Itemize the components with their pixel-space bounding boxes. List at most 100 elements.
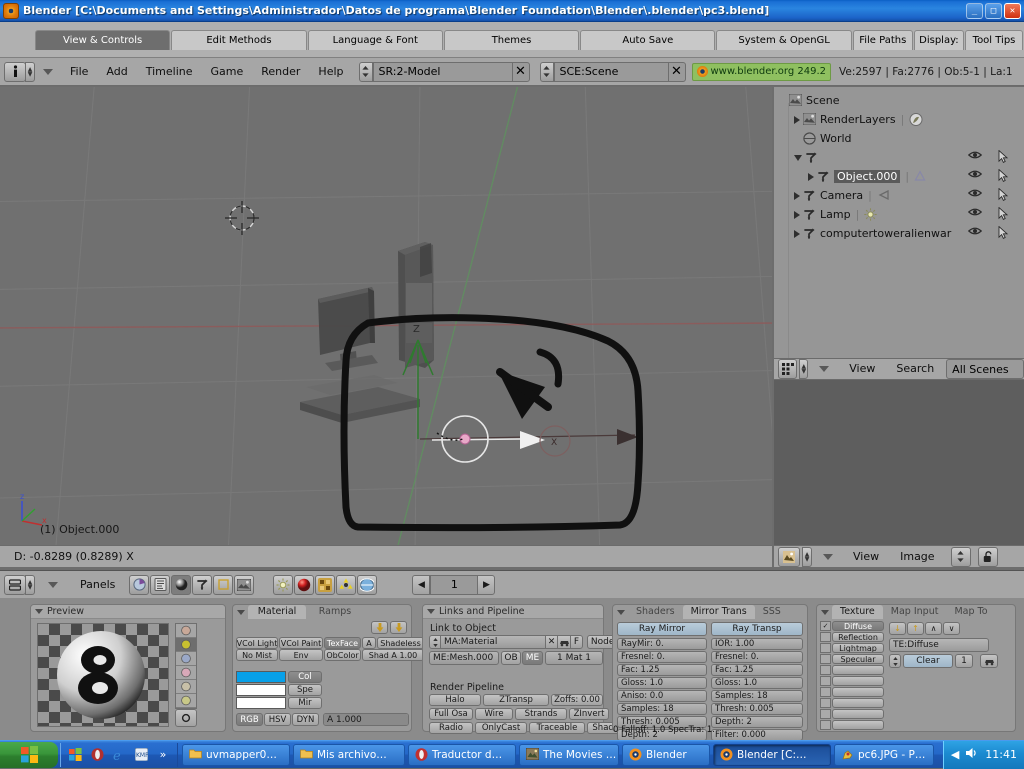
mesh-name-field[interactable]: ME:Mesh.000	[429, 651, 499, 665]
move-down-icon[interactable]: ∨	[943, 622, 960, 635]
car-users-icon[interactable]	[557, 635, 571, 649]
preview-type-sphere-preview[interactable]	[176, 638, 196, 652]
ray-transp-toggle[interactable]: Ray Transp	[711, 622, 803, 636]
prefs-tab-display[interactable]: Display:	[913, 30, 965, 50]
panel-links-header[interactable]: Links and Pipeline	[423, 605, 603, 619]
prefs-tab-auto-save[interactable]: Auto Save	[580, 30, 716, 50]
taskbar-task[interactable]: Traductor d…	[408, 743, 516, 766]
color-channel-mir[interactable]: Mir	[288, 697, 322, 709]
menu-add[interactable]: Add	[97, 62, 136, 82]
chevron-right-icon[interactable]	[794, 115, 800, 124]
buttons-window[interactable]: Preview Material Ramps VCol Light VCol P…	[0, 598, 1024, 740]
texture-channel-checkbox[interactable]: ✓	[820, 621, 831, 631]
texture-name-field[interactable]: TE:Diffuse	[889, 638, 989, 652]
image-menu-view[interactable]: View	[844, 547, 888, 567]
transp-field-thresh-0-005[interactable]: Thresh: 0.005	[711, 703, 803, 715]
texture-channel-empty-4[interactable]	[832, 665, 884, 675]
texture-channel-checkbox[interactable]	[820, 709, 831, 719]
transp-field-fac-1-25[interactable]: Fac: 1.25	[711, 664, 803, 676]
preview-type-cube-preview[interactable]	[176, 652, 196, 666]
outliner-row[interactable]: Camera |	[780, 186, 1024, 205]
tab-map-input[interactable]: Map Input	[883, 605, 947, 619]
material-toggle-shad-a-1-00[interactable]: Shad A 1.00	[362, 649, 424, 661]
chevron-right-icon[interactable]	[794, 191, 800, 200]
collapse-menus-icon[interactable]	[823, 553, 833, 560]
outliner-row[interactable]: Lamp |	[780, 205, 1024, 224]
prefs-tab-file-paths[interactable]: File Paths	[852, 30, 913, 50]
texture-channel-lightmap[interactable]: Lightmap	[832, 643, 884, 653]
copy-down-icon[interactable]	[371, 621, 388, 634]
cursor-arrow-icon[interactable]	[998, 187, 1009, 204]
copy-up-icon[interactable]	[390, 621, 407, 634]
volume-icon[interactable]	[965, 746, 979, 763]
quick-launch-bar[interactable]: e KMP »	[60, 742, 178, 767]
frame-number-field[interactable]: 1	[430, 574, 479, 595]
prefs-tab-themes[interactable]: Themes	[443, 30, 580, 50]
menu-help[interactable]: Help	[309, 62, 352, 82]
outliner-row[interactable]: Scene	[780, 91, 1024, 110]
screen-browse-stepper[interactable]	[358, 61, 373, 82]
alpha-slider[interactable]: A 1.000	[323, 713, 409, 726]
info-editor-icon[interactable]	[4, 61, 26, 82]
panel-texture-tabs[interactable]: Texture Map Input Map To	[817, 605, 1015, 619]
chevron-right-icon[interactable]	[794, 210, 800, 219]
tray-expand-arrow[interactable]: ◀	[951, 748, 959, 761]
texture-channel-checkbox[interactable]	[820, 643, 831, 653]
outliner-menu-view[interactable]: View	[840, 359, 884, 379]
pipeline-ztransp[interactable]: ZTransp	[483, 694, 549, 706]
texture-channel-checkbox[interactable]	[820, 654, 831, 664]
uv-image-editor[interactable]	[774, 380, 1024, 545]
eye-icon[interactable]	[967, 226, 983, 242]
pipeline-onlycast[interactable]: OnlyCast	[475, 722, 527, 734]
color-channel-spe[interactable]: Spe	[288, 684, 322, 696]
outliner-row[interactable]	[780, 148, 1024, 167]
outliner-restrict-columns[interactable]	[967, 187, 1024, 204]
ob-link-button[interactable]: OB	[501, 651, 521, 665]
texture-channel-specular[interactable]: Specular	[832, 654, 884, 664]
me-link-button[interactable]: ME	[522, 651, 543, 665]
color-swatch-spe[interactable]	[236, 684, 286, 696]
screen-name-field[interactable]: SR:2-Model	[372, 61, 513, 82]
color-channel-col[interactable]: Col	[288, 671, 322, 683]
outliner-row[interactable]: RenderLayers |	[780, 110, 1024, 129]
cursor-arrow-icon[interactable]	[998, 149, 1009, 166]
material-name-field[interactable]: MA:Material	[440, 635, 546, 649]
texture-channel-checkbox[interactable]	[820, 687, 831, 697]
transp-field-fresnel-0-[interactable]: Fresnel: 0.	[711, 651, 803, 663]
updown-selector-icon[interactable]	[950, 546, 971, 567]
start-button[interactable]	[0, 741, 58, 768]
eye-icon[interactable]	[967, 169, 983, 185]
transp-field-samples-18[interactable]: Samples: 18	[711, 690, 803, 702]
outliner-menu-search[interactable]: Search	[887, 359, 943, 379]
pipeline-strands[interactable]: Strands	[515, 708, 567, 720]
material-toggle-vcol-paint[interactable]: VCol Paint	[279, 637, 323, 649]
collapse-menus-icon[interactable]	[819, 366, 830, 372]
unlock-icon[interactable]	[977, 546, 998, 567]
mirror-field-raymir-0-[interactable]: RayMir: 0.	[617, 638, 707, 650]
texture-channel-empty-8[interactable]	[832, 709, 884, 719]
scene-browse-stepper[interactable]	[539, 61, 554, 82]
lamp-icon[interactable]	[273, 574, 294, 595]
cursor-arrow-icon[interactable]	[998, 168, 1009, 185]
panel-preview[interactable]: Preview	[30, 604, 226, 732]
outliner-row[interactable]: World	[780, 129, 1024, 148]
tab-ramps[interactable]: Ramps	[306, 605, 364, 619]
panels-menu[interactable]: Panels	[71, 575, 124, 595]
chevron-right-icon[interactable]	[794, 229, 800, 238]
texture-channel-empty-5[interactable]	[832, 676, 884, 686]
texture-channel-empty-7[interactable]	[832, 698, 884, 708]
chevron-down-icon[interactable]	[427, 609, 435, 614]
chevron-down-icon[interactable]	[821, 609, 829, 615]
panel-material[interactable]: Material Ramps VCol Light VCol Paint TexFac…	[232, 604, 424, 732]
mirror-field-aniso-0-0[interactable]: Aniso: 0.0	[617, 690, 707, 702]
color-mode-rgb[interactable]: RGB	[236, 713, 263, 726]
taskbar-task[interactable]: Blender [C:…	[713, 743, 831, 766]
outliner-restrict-columns[interactable]	[967, 168, 1024, 185]
refresh-icon[interactable]	[175, 709, 197, 727]
preview-type-plane-preview[interactable]	[176, 624, 196, 638]
radiosity-icon[interactable]	[336, 574, 357, 595]
screen-delete-button[interactable]: ✕	[511, 61, 530, 82]
prefs-tab-tool-tips[interactable]: Tool Tips	[965, 30, 1024, 50]
collapse-menus-icon[interactable]	[43, 68, 53, 75]
prefs-tab-view-controls[interactable]: View & Controls	[35, 30, 171, 50]
